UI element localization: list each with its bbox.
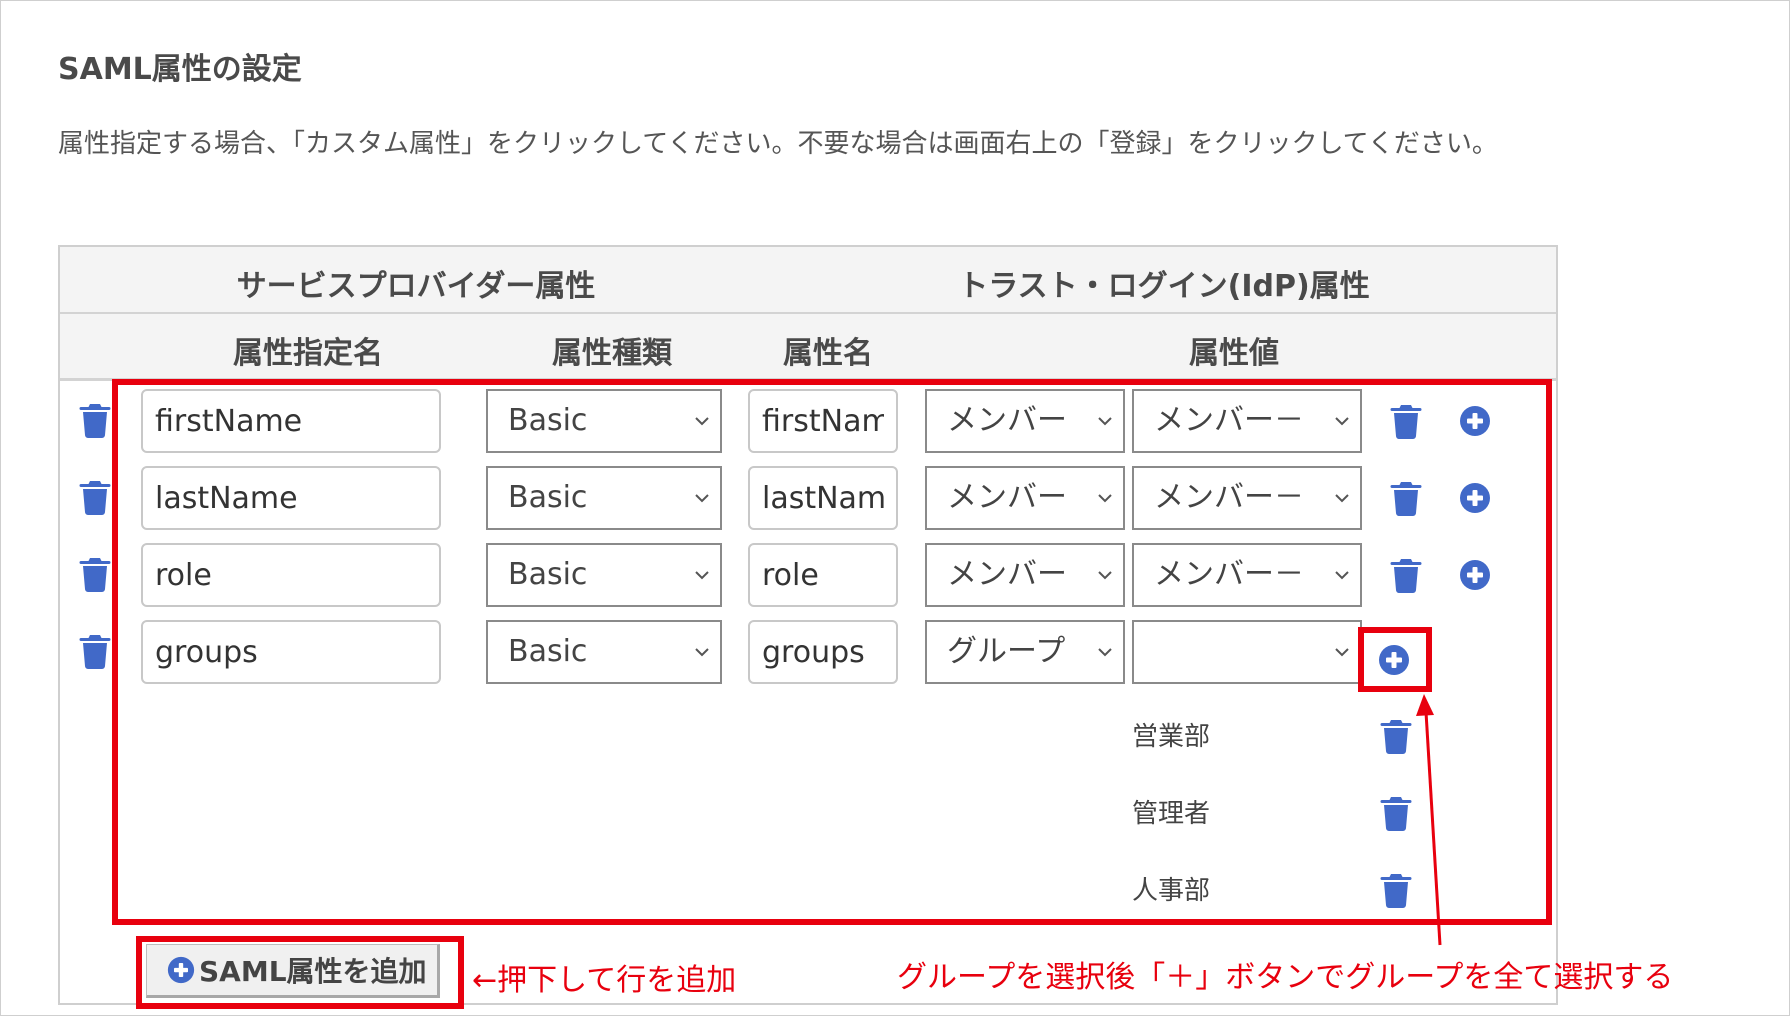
trash-icon[interactable] xyxy=(79,633,111,669)
header-sp-attributes: サービスプロバイダー属性 xyxy=(236,269,596,304)
annotation-add-button-box xyxy=(136,936,464,1009)
header-idp-attributes: トラスト・ログイン(IdP)属性 xyxy=(958,269,1370,304)
trash-icon[interactable] xyxy=(79,479,111,515)
header-attr-type: 属性種類 xyxy=(552,336,672,371)
table-column-header: 属性指定名 属性種類 属性名 属性値 xyxy=(60,314,1556,381)
trash-icon[interactable] xyxy=(79,556,111,592)
annotation-add-row-text: ←押下して行を追加 xyxy=(472,963,737,998)
annotation-plus-box xyxy=(1358,627,1432,692)
header-attr-value: 属性値 xyxy=(1189,336,1279,371)
header-attr-name: 属性名 xyxy=(783,336,873,371)
table-group-header: サービスプロバイダー属性 トラスト・ログイン(IdP)属性 xyxy=(60,247,1556,314)
trash-icon[interactable] xyxy=(79,402,111,438)
annotation-group-hint-text: グループを選択後「＋」ボタンでグループを全て選択する xyxy=(897,960,1674,995)
section-title: SAML属性の設定 xyxy=(58,52,302,87)
header-attr-designation: 属性指定名 xyxy=(233,336,383,371)
section-description: 属性指定する場合、「カスタム属性」をクリックしてください。不要な場合は画面右上の… xyxy=(58,129,1498,159)
annotation-rows-box xyxy=(112,379,1552,925)
